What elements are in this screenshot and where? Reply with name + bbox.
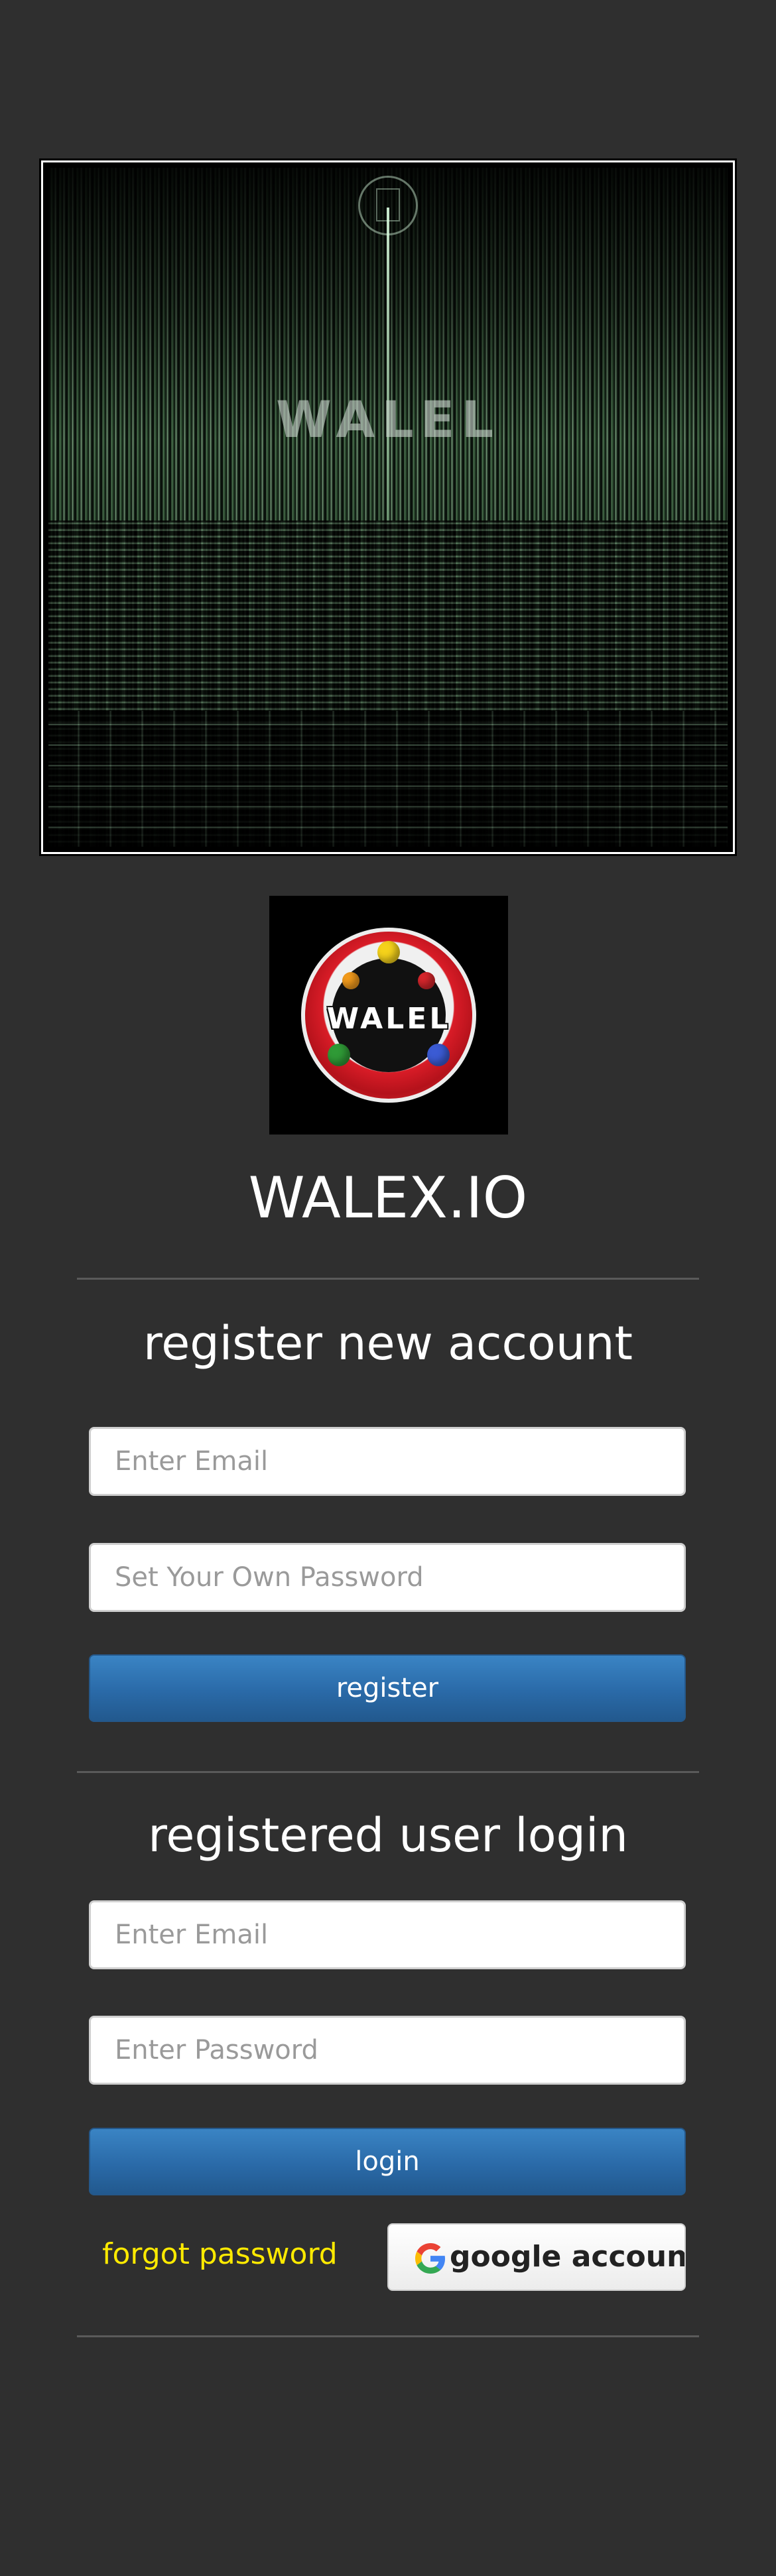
hero-floor-grid xyxy=(48,711,728,847)
login-heading: registered user login xyxy=(148,1808,628,1863)
hero-image-matrix-city: WALEL xyxy=(48,168,728,847)
logo-yellow-node xyxy=(377,941,400,963)
register-password-input[interactable] xyxy=(89,1543,686,1612)
hero-watermark-logo: WALEL xyxy=(275,390,501,449)
logo-green-node xyxy=(328,1044,350,1066)
divider-bottom xyxy=(77,2335,699,2337)
google-account-label: google account xyxy=(450,2240,686,2274)
divider-middle xyxy=(77,1771,699,1773)
site-title: WALEX.IO xyxy=(248,1165,528,1231)
hero-image-frame: WALEL xyxy=(41,160,735,854)
register-button[interactable]: register xyxy=(89,1654,686,1722)
login-password-input[interactable] xyxy=(89,2016,686,2085)
register-heading: register new account xyxy=(143,1316,633,1371)
forgot-password-link[interactable]: forgot password xyxy=(102,2235,338,2274)
register-email-input[interactable] xyxy=(89,1427,686,1496)
divider-top xyxy=(77,1278,699,1280)
logo-orange-node xyxy=(342,972,359,989)
logo-blue-node xyxy=(427,1044,450,1066)
login-button[interactable]: login xyxy=(89,2128,686,2195)
google-account-button[interactable]: google account xyxy=(387,2223,686,2291)
logo-wordmark: WALEL xyxy=(326,1002,451,1036)
logo-red-node xyxy=(418,972,435,989)
login-email-input[interactable] xyxy=(89,1900,686,1969)
brand-logo: WALEL xyxy=(269,896,508,1135)
google-g-icon xyxy=(415,2243,446,2274)
